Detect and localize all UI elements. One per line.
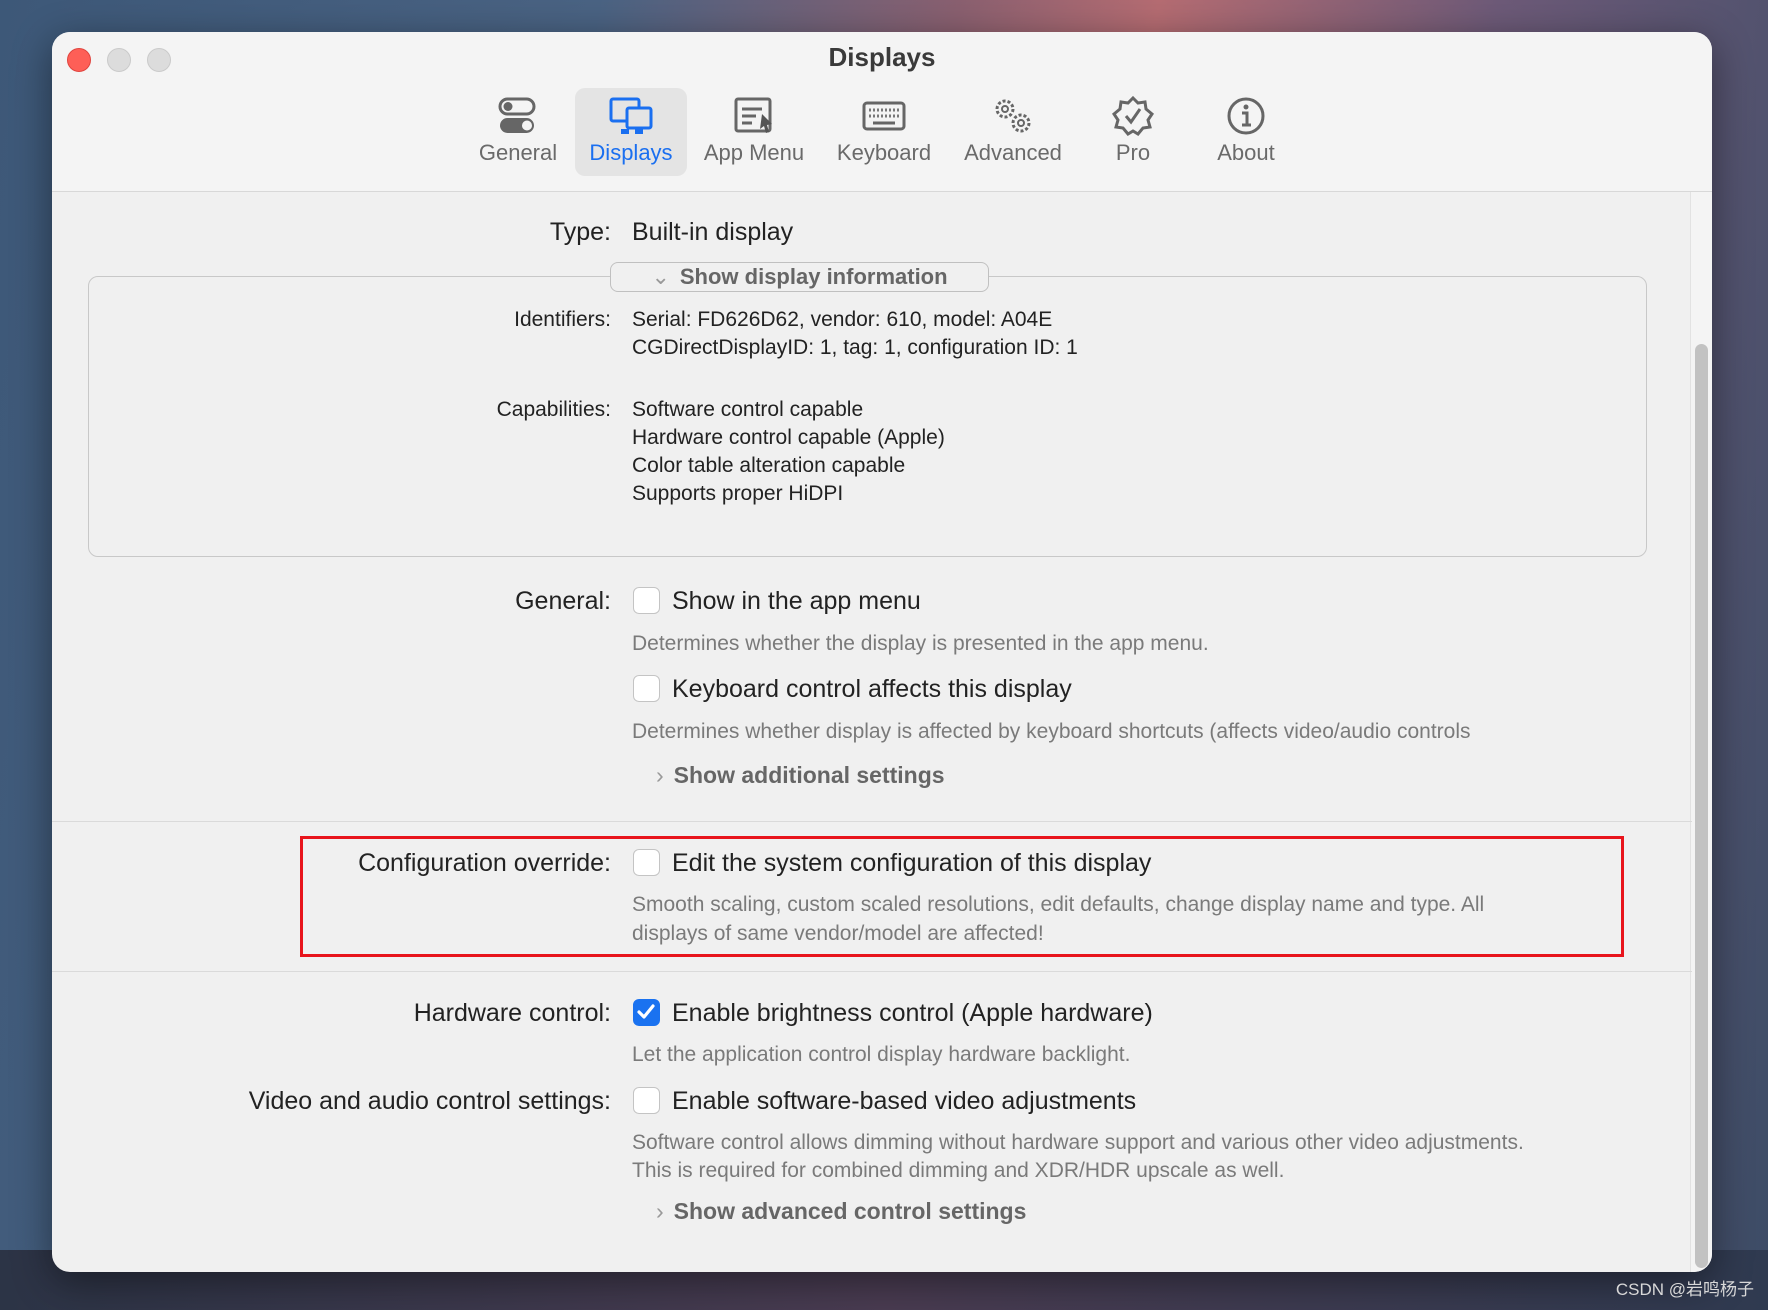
tab-label: About: [1217, 140, 1275, 165]
identifiers-label: Identifiers:: [514, 308, 611, 331]
config-override-desc: Smooth scaling, custom scaled resolution…: [632, 893, 1485, 916]
show-in-app-menu-desc: Determines whether the display is presen…: [632, 632, 1209, 655]
info-icon: [1227, 97, 1265, 135]
hardware-control-desc: Let the application control display hard…: [632, 1043, 1131, 1066]
keyboard-control-desc: Determines whether display is affected b…: [632, 720, 1471, 743]
capabilities-label: Capabilities:: [496, 398, 611, 421]
config-override-desc: displays of same vendor/model are affect…: [632, 922, 1044, 945]
tab-advanced[interactable]: Advanced: [957, 88, 1069, 176]
disclosure-label: Show advanced control settings: [673, 1198, 1027, 1224]
tab-displays[interactable]: Displays: [575, 88, 687, 176]
keyboard-control-checkbox[interactable]: [633, 675, 660, 702]
type-value: Built-in display: [632, 218, 794, 246]
brightness-control-option: Enable brightness control (Apple hardwar…: [672, 999, 1153, 1027]
software-video-desc: Software control allows dimming without …: [632, 1131, 1524, 1154]
tab-label: App Menu: [703, 140, 805, 165]
software-video-desc: This is required for combined dimming an…: [632, 1159, 1285, 1182]
chevron-down-icon: ⌄: [651, 264, 670, 289]
chevron-right-icon: ›: [656, 762, 664, 788]
tab-label: Displays: [589, 140, 673, 165]
window-title: Displays: [828, 42, 936, 72]
scrollbar-thumb[interactable]: [1695, 344, 1708, 1268]
tab-pro[interactable]: Pro: [1077, 88, 1189, 176]
preferences-window: Displays General Displays App Menu Keybo…: [52, 32, 1712, 1272]
capability-item: Color table alteration capable: [632, 454, 906, 477]
tab-general[interactable]: General: [462, 88, 574, 176]
general-label: General:: [515, 587, 611, 615]
displays-icon: [609, 97, 653, 134]
identifier-line: CGDirectDisplayID: 1, tag: 1, configurat…: [632, 336, 1078, 359]
show-in-app-menu-checkbox[interactable]: [633, 587, 660, 614]
chevron-right-icon: ›: [656, 1198, 664, 1224]
checkmark-seal-icon: [1112, 96, 1154, 136]
tab-keyboard[interactable]: Keyboard: [828, 88, 940, 176]
show-additional-settings-disclosure[interactable]: › Show additional settings: [656, 762, 945, 789]
software-video-option: Enable software-based video adjustments: [672, 1087, 1137, 1115]
capability-item: Hardware control capable (Apple): [632, 426, 945, 449]
tab-app-menu[interactable]: App Menu: [698, 88, 810, 176]
tab-label: Keyboard: [836, 140, 932, 165]
disclosure-label: Show additional settings: [673, 762, 945, 788]
type-label: Type:: [549, 218, 611, 246]
capability-item: Supports proper HiDPI: [632, 482, 844, 505]
tab-about[interactable]: About: [1190, 88, 1302, 176]
capability-item: Software control capable: [632, 398, 864, 421]
keyboard-icon: [862, 101, 906, 131]
hardware-control-label: Hardware control:: [413, 999, 611, 1027]
checkmark-icon: [637, 1004, 655, 1019]
divider: [52, 971, 1692, 972]
divider: [52, 821, 1692, 822]
config-override-checkbox[interactable]: [633, 849, 660, 876]
identifier-line: Serial: FD626D62, vendor: 610, model: A0…: [632, 308, 1053, 331]
keyboard-control-label: Keyboard control affects this display: [672, 675, 1072, 703]
brightness-control-checkbox[interactable]: [633, 999, 660, 1026]
software-video-checkbox[interactable]: [633, 1087, 660, 1114]
watermark: CSDN @岩鸣杨子: [1615, 1280, 1754, 1299]
show-display-information-button[interactable]: ⌄ Show display information: [610, 262, 989, 292]
config-override-option: Edit the system configuration of this di…: [672, 849, 1152, 877]
tab-label: General: [478, 140, 558, 165]
show-in-app-menu-label: Show in the app menu: [672, 587, 921, 615]
show-advanced-control-settings-disclosure[interactable]: › Show advanced control settings: [656, 1198, 1026, 1225]
tab-label: Pro: [1115, 140, 1151, 165]
gears-icon: [995, 99, 1031, 133]
button-label: Show display information: [679, 264, 948, 289]
app-menu-icon: [734, 97, 772, 133]
toolbar: Displays General Displays App Menu Keybo…: [52, 32, 1712, 192]
video-audio-label: Video and audio control settings:: [248, 1087, 611, 1115]
toggle-switches-icon: [498, 97, 536, 133]
tab-label: Advanced: [964, 140, 1062, 165]
config-override-label: Configuration override:: [358, 849, 611, 877]
